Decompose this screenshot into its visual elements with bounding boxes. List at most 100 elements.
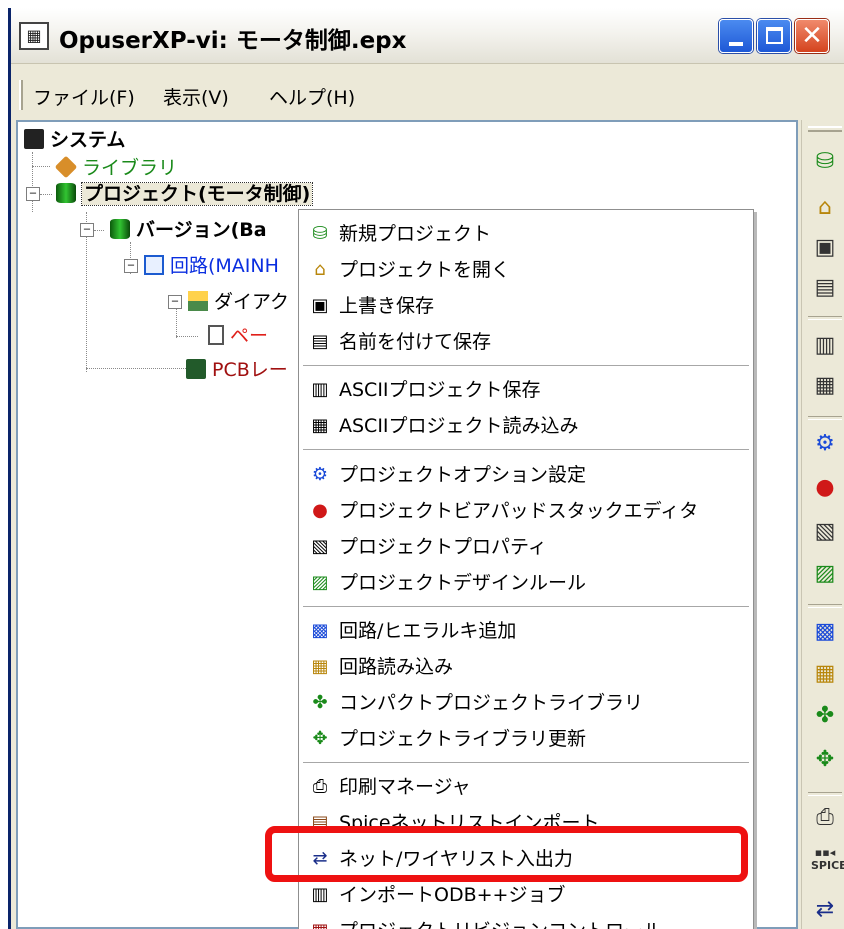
properties-icon: ▧: [311, 536, 329, 557]
menu-item-compact-library[interactable]: ✤ コンパクトプロジェクトライブラリ: [299, 686, 753, 720]
title-bar[interactable]: ▦ OpuserXP-vi: モータ制御.epx ✕: [11, 8, 844, 64]
ascii-save-icon: ▥: [311, 379, 329, 400]
tree-label: プロジェクト(モータ制御): [80, 182, 314, 206]
menu-file[interactable]: ファイル(F): [33, 83, 135, 110]
toolbar-separator: [808, 604, 842, 608]
ascii-load-icon: ▦: [311, 415, 329, 436]
menu-item-spice-import[interactable]: ▤ Spiceネットリストインポート: [299, 806, 753, 840]
maximize-button[interactable]: [757, 19, 791, 53]
spice-import-icon[interactable]: ▪▪◂ SPICE: [811, 846, 844, 874]
ascii-load-icon[interactable]: ▦: [811, 372, 839, 400]
tree-connector: [32, 166, 50, 167]
menu-item-label: プロジェクトオプション設定: [339, 464, 587, 486]
tree-connector: [176, 336, 198, 337]
tree-item-page[interactable]: ペー: [208, 322, 268, 350]
maximize-icon: [766, 27, 783, 44]
tree-item-version[interactable]: バージョン(Ba: [110, 216, 267, 244]
database-icon: [56, 183, 76, 203]
tree-label: 回路(MAINH: [170, 255, 279, 277]
menu-item-label: 印刷マネージャ: [339, 776, 471, 798]
menu-item-open-project[interactable]: ⌂ プロジェクトを開く: [299, 253, 753, 287]
menu-view[interactable]: 表示(V): [163, 83, 229, 110]
menu-item-label: ASCIIプロジェクト保存: [339, 379, 541, 401]
menu-separator: [303, 762, 749, 764]
tree-item-library[interactable]: ライブラリ: [54, 154, 178, 182]
design-rule-icon[interactable]: ▨: [811, 560, 839, 588]
menu-item-label: プロジェクトライブラリ更新: [339, 728, 587, 750]
menu-item-ascii-save[interactable]: ▥ ASCIIプロジェクト保存: [299, 373, 753, 407]
menu-item-update-library[interactable]: ✥ プロジェクトライブラリ更新: [299, 722, 753, 756]
gears-icon[interactable]: ⚙: [811, 430, 839, 458]
save-as-icon[interactable]: ▤: [811, 274, 839, 302]
menu-item-design-rules[interactable]: ▨ プロジェクトデザインルール: [299, 566, 753, 600]
add-circuit-icon: ▩: [311, 620, 329, 641]
tree-item-circuit[interactable]: 回路(MAINH: [144, 252, 279, 280]
menu-item-print-manager[interactable]: ⎙ 印刷マネージャ: [299, 770, 753, 804]
minimize-button[interactable]: [719, 19, 753, 53]
ascii-save-icon[interactable]: ▥: [811, 332, 839, 360]
system-icon: [24, 129, 44, 149]
tree-label: ライブラリ: [82, 157, 178, 179]
via-pad-icon[interactable]: ●: [811, 474, 839, 502]
menu-item-import-odb[interactable]: ▥ インポートODB++ジョブ: [299, 878, 753, 912]
menubar-grip[interactable]: [19, 80, 23, 110]
circuit-icon: [144, 255, 164, 275]
menu-item-add-circuit[interactable]: ▩ 回路/ヒエラルキ追加: [299, 614, 753, 648]
expand-toggle-diagram[interactable]: −: [168, 295, 182, 309]
menu-item-net-wire-list-io[interactable]: ⇄ ネット/ワイヤリスト入出力: [299, 842, 753, 876]
tree-item-project[interactable]: プロジェクト(モータ制御): [56, 180, 314, 208]
close-button[interactable]: ✕: [795, 19, 829, 53]
toolbar-grip[interactable]: [808, 126, 842, 132]
design-rule-icon: ▨: [311, 572, 329, 593]
menu-item-via-pad-editor[interactable]: ● プロジェクトビアパッドスタックエディタ: [299, 494, 753, 528]
net-io-icon[interactable]: ⇄: [811, 896, 839, 924]
expand-toggle-project[interactable]: −: [26, 187, 40, 201]
menu-item-label: ネット/ワイヤリスト入出力: [339, 848, 573, 870]
menu-item-project-properties[interactable]: ▧ プロジェクトプロパティ: [299, 530, 753, 564]
gears-icon: ⚙: [311, 464, 329, 485]
update-library-icon: ✥: [312, 728, 328, 749]
printer-icon[interactable]: ⎙: [811, 804, 839, 832]
right-toolbar: ⛁ ⌂ ▣ ▤ ▥ ▦ ⚙ ● ▧ ▨ ▩ ▦ ✤ ✥ ⎙ ▪▪◂ SPICE ⇄: [801, 120, 844, 929]
pcb-icon: [186, 359, 206, 379]
menu-bar: ファイル(F) 表示(V) ヘルプ(H): [11, 74, 844, 116]
context-menu: ⛁ 新規プロジェクト ⌂ プロジェクトを開く ▣ 上書き保存 ▤ 名前を付けて保存 ▥ A…: [298, 209, 754, 929]
menu-item-revision-control[interactable]: ▦ プロジェクトリビジョンコントロール: [299, 914, 753, 929]
properties-icon[interactable]: ▧: [811, 518, 839, 546]
open-folder-icon[interactable]: ⌂: [811, 194, 839, 222]
update-library-icon[interactable]: ✥: [811, 746, 839, 774]
menu-item-save[interactable]: ▣ 上書き保存: [299, 289, 753, 323]
menu-help[interactable]: ヘルプ(H): [269, 83, 355, 110]
new-project-icon[interactable]: ⛁: [811, 148, 839, 176]
compact-library-icon[interactable]: ✤: [811, 702, 839, 730]
expand-toggle-circuit[interactable]: −: [124, 259, 138, 273]
menu-item-label: Spiceネットリストインポート: [339, 812, 600, 834]
menu-item-project-options[interactable]: ⚙ プロジェクトオプション設定: [299, 458, 753, 492]
diagram-icon: [188, 291, 208, 311]
odb-import-icon: ▥: [311, 884, 329, 905]
menu-item-label: プロジェクトリビジョンコントロール: [339, 914, 662, 929]
printer-icon: ⎙: [312, 776, 328, 797]
save-icon[interactable]: ▣: [811, 234, 839, 262]
toolbar-separator: [808, 792, 842, 796]
menu-item-save-as[interactable]: ▤ 名前を付けて保存: [299, 325, 753, 359]
tree-label: ダイアク: [214, 291, 290, 313]
tree-connector: [40, 194, 52, 195]
menu-item-new-project[interactable]: ⛁ 新規プロジェクト: [299, 217, 753, 251]
menu-item-ascii-load[interactable]: ▦ ASCIIプロジェクト読み込み: [299, 409, 753, 443]
library-icon: [54, 155, 78, 179]
menu-item-label: コンパクトプロジェクトライブラリ: [339, 692, 644, 714]
menu-item-load-circuit[interactable]: ▦ 回路読み込み: [299, 650, 753, 684]
tree-item-diagram[interactable]: ダイアク: [188, 288, 289, 316]
add-circuit-icon[interactable]: ▩: [811, 618, 839, 646]
tree-connector: [86, 368, 186, 369]
load-circuit-icon[interactable]: ▦: [811, 660, 839, 688]
tree-label: システム: [50, 129, 126, 151]
tree-item-system[interactable]: システム: [24, 126, 125, 154]
tree-item-pcb[interactable]: PCBレー: [186, 356, 288, 384]
tree-label: バージョン(Ba: [136, 219, 267, 241]
open-folder-icon: ⌂: [314, 259, 326, 280]
expand-toggle-version[interactable]: −: [80, 223, 94, 237]
menu-item-label: 回路/ヒエラルキ追加: [339, 620, 517, 642]
menu-item-label: プロジェクトビアパッドスタックエディタ: [339, 500, 699, 522]
